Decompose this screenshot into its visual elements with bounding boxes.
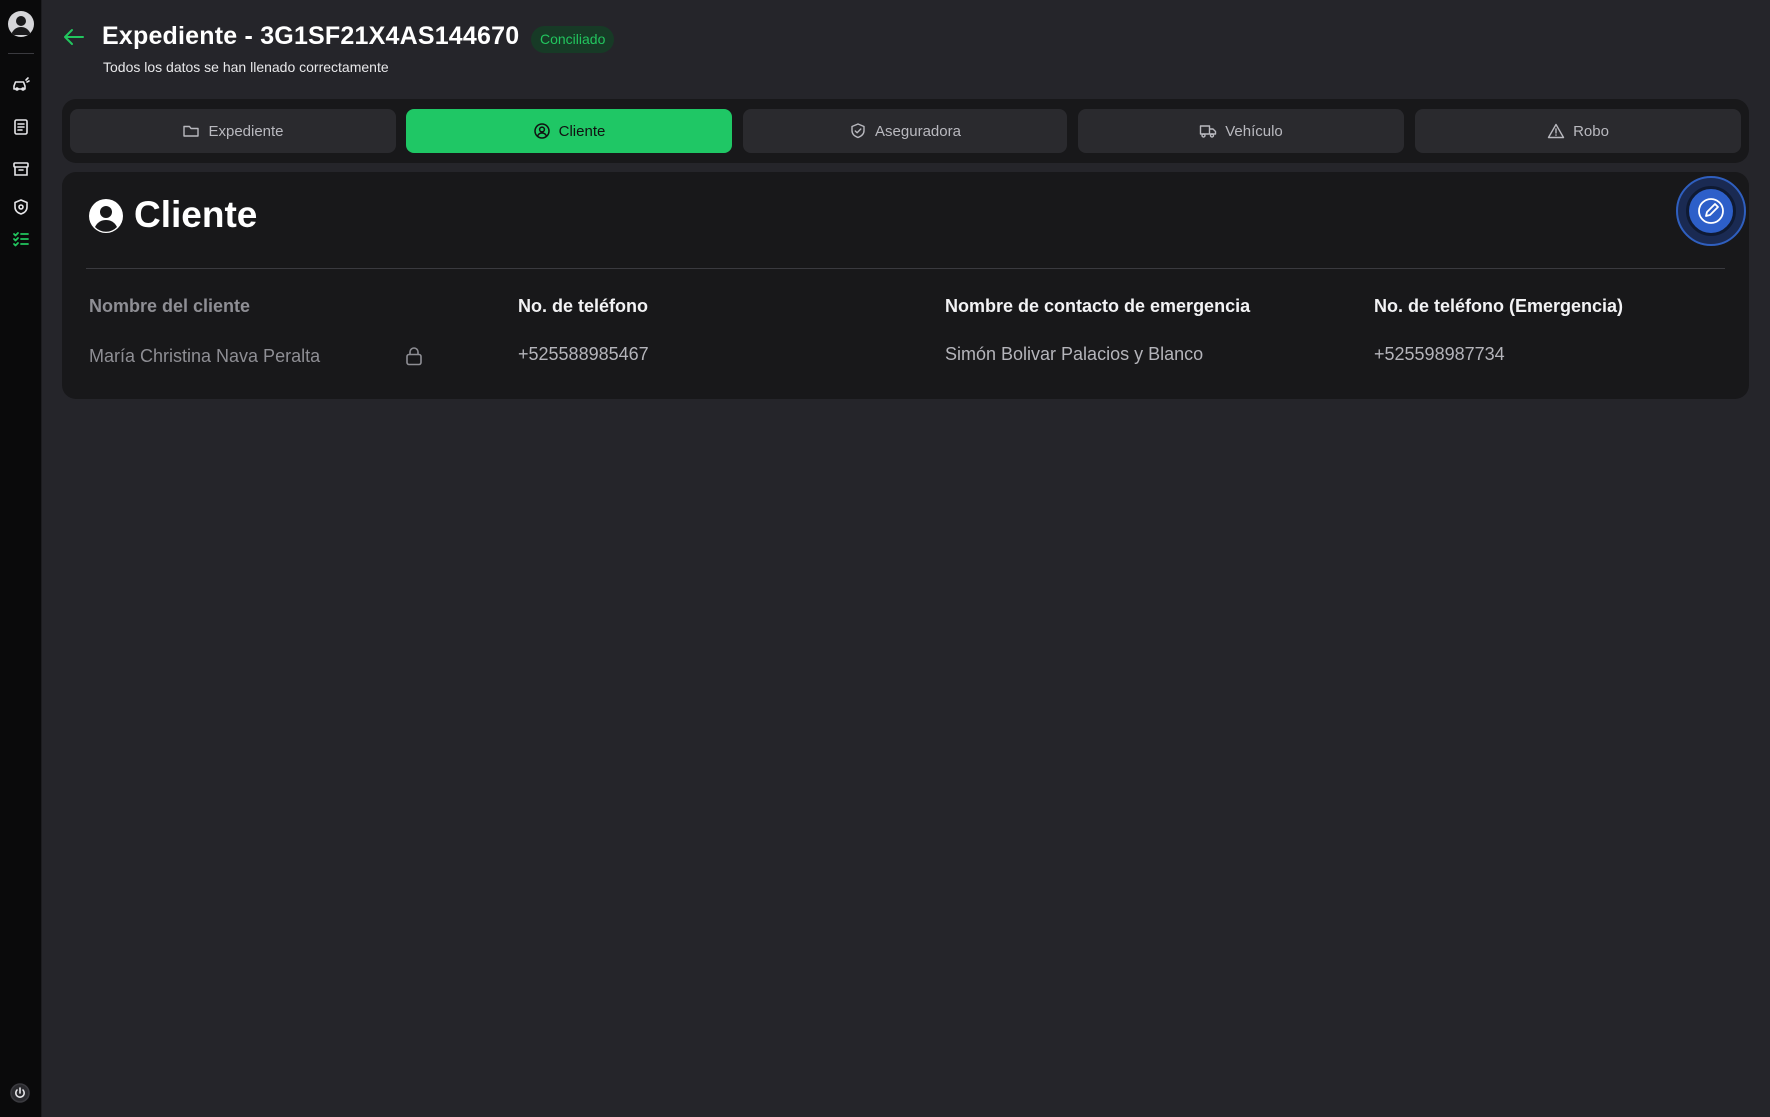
truck-icon <box>1199 122 1217 140</box>
edit-button-inner <box>1686 186 1736 236</box>
tab-label: Robo <box>1573 122 1609 140</box>
field-label-client-name: Nombre del cliente <box>89 296 251 316</box>
tab-label: Aseguradora <box>875 122 961 140</box>
sidebar-divider <box>8 53 34 54</box>
folder-icon <box>182 122 200 140</box>
checklist-icon[interactable] <box>11 229 31 249</box>
car-icon[interactable] <box>11 74 31 94</box>
tab-aseguradora[interactable]: Aseguradora <box>743 109 1067 153</box>
field-value-emergency-phone[interactable]: +525598987734 <box>1374 344 1505 365</box>
back-arrow-icon[interactable] <box>61 26 87 48</box>
user-avatar-icon[interactable] <box>8 11 34 37</box>
client-card: Cliente Nombre del cliente María Christi… <box>62 172 1749 399</box>
card-title: Cliente <box>134 194 258 235</box>
tab-expediente[interactable]: Expediente <box>70 109 396 153</box>
tab-cliente[interactable]: Cliente <box>406 109 732 153</box>
sidebar <box>0 0 42 1117</box>
tab-robo[interactable]: Robo <box>1415 109 1741 153</box>
status-badge: Conciliado <box>531 26 615 53</box>
shield-icon[interactable] <box>11 197 31 217</box>
document-list-icon[interactable] <box>11 117 31 137</box>
field-value-phone[interactable]: +525588985467 <box>518 344 649 365</box>
field-value-emergency-contact[interactable]: Simón Bolivar Palacios y Blanco <box>945 344 1203 365</box>
tab-bar: Expediente Cliente Aseguradora Vehículo <box>62 99 1749 163</box>
edit-pencil-icon <box>1698 198 1724 224</box>
page-title: Expediente - 3G1SF21X4AS144670 <box>102 22 520 50</box>
tab-label: Cliente <box>558 122 606 140</box>
field-value-client-name: María Christina Nava Peralta <box>89 346 321 366</box>
warning-triangle-icon <box>1547 122 1565 140</box>
page-subtitle: Todos los datos se han llenado correctam… <box>103 59 389 75</box>
shield-check-icon <box>849 122 867 140</box>
power-icon[interactable] <box>10 1083 30 1103</box>
user-circle-icon <box>88 198 124 234</box>
archive-icon[interactable] <box>11 159 31 179</box>
field-label-emergency-phone: No. de teléfono (Emergencia) <box>1374 296 1624 316</box>
field-label-emergency-contact: Nombre de contacto de emergencia <box>945 296 1251 316</box>
user-circle-icon <box>533 122 551 140</box>
tab-label: Vehículo <box>1225 122 1283 140</box>
card-divider <box>86 268 1725 269</box>
edit-button[interactable] <box>1676 176 1746 246</box>
tab-label: Expediente <box>208 122 284 140</box>
field-label-phone: No. de teléfono <box>518 296 648 316</box>
tab-vehiculo[interactable]: Vehículo <box>1078 109 1404 153</box>
lock-icon <box>404 345 424 367</box>
